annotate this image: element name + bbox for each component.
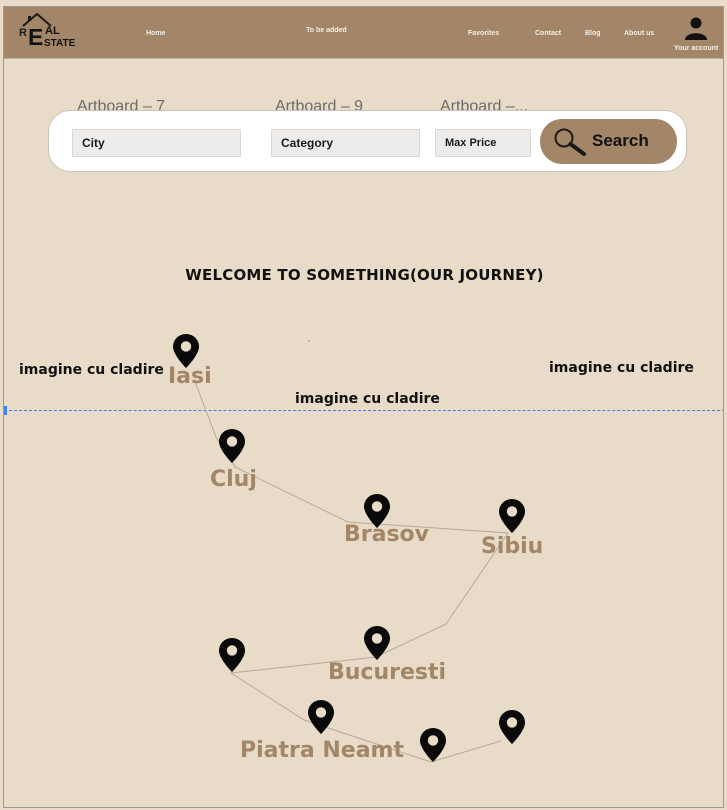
- city-label-piatra-neamt: Piatra Neamt: [240, 738, 405, 763]
- city-label-bucuresti: Bucuresti: [328, 660, 447, 685]
- map-pin-icon[interactable]: [419, 727, 447, 763]
- map-pin-icon[interactable]: [498, 709, 526, 745]
- map-pin-icon[interactable]: [363, 625, 391, 661]
- city-label-sibiu: Sibiu: [481, 534, 544, 559]
- city-label-brasov: Brasov: [344, 522, 430, 547]
- map-pin-icon[interactable]: [218, 637, 246, 673]
- city-label-iasi: Iasi: [168, 364, 212, 389]
- map-pin-icon[interactable]: [307, 699, 335, 735]
- city-label-cluj: Cluj: [210, 467, 257, 492]
- map-pin-icon[interactable]: [218, 428, 246, 464]
- page-frame: R E AL STATE Home To be added Favorites …: [3, 6, 724, 808]
- journey-route: [193, 340, 509, 763]
- map-pin-icon[interactable]: [498, 498, 526, 534]
